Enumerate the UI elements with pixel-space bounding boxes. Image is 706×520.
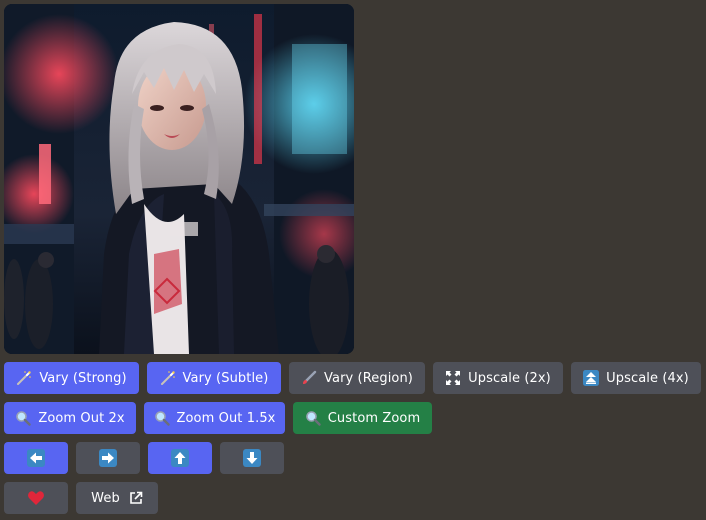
- custom-zoom-button[interactable]: Custom Zoom: [293, 402, 432, 434]
- arrow-right-icon: [99, 449, 117, 467]
- web-button[interactable]: Web: [76, 482, 158, 514]
- heart-icon: [27, 489, 45, 507]
- web-label: Web: [91, 490, 120, 506]
- paintbrush-icon: [301, 370, 317, 386]
- magnifier-icon: [15, 410, 32, 426]
- favorite-button[interactable]: [4, 482, 68, 514]
- arrow-up-icon: [171, 449, 189, 467]
- magnifier-icon: [305, 410, 321, 426]
- zoom-out-2x-label: Zoom Out 2x: [38, 410, 125, 426]
- vary-region-button[interactable]: Vary (Region): [289, 362, 425, 394]
- arrow-up-double-icon: [583, 370, 600, 386]
- zoom-out-1-5x-label: Zoom Out 1.5x: [176, 410, 276, 426]
- zoom-out-2x-button[interactable]: Zoom Out 2x: [4, 402, 136, 434]
- vary-strong-label: Vary (Strong): [39, 370, 127, 386]
- upscale-4x-button[interactable]: Upscale (4x): [571, 362, 701, 394]
- arrow-left-icon: [27, 449, 45, 467]
- upscale-4x-label: Upscale (4x): [606, 370, 689, 386]
- pan-left-button[interactable]: [4, 442, 68, 474]
- zoom-out-1-5x-button[interactable]: Zoom Out 1.5x: [144, 402, 285, 434]
- vary-subtle-label: Vary (Subtle): [182, 370, 269, 386]
- upscale-2x-label: Upscale (2x): [468, 370, 551, 386]
- custom-zoom-label: Custom Zoom: [327, 410, 421, 426]
- pan-right-button[interactable]: [76, 442, 140, 474]
- arrow-down-icon: [243, 449, 261, 467]
- vary-strong-button[interactable]: Vary (Strong): [4, 362, 139, 394]
- generated-image[interactable]: [4, 4, 354, 354]
- external-link-icon: [129, 491, 143, 505]
- expand-icon: [445, 370, 461, 386]
- pan-down-button[interactable]: [220, 442, 284, 474]
- vary-subtle-button[interactable]: Vary (Subtle): [147, 362, 281, 394]
- magnifier-icon: [154, 410, 170, 426]
- magic-wand-icon: [16, 370, 32, 386]
- vary-region-label: Vary (Region): [324, 370, 413, 386]
- cyberpunk-portrait-image: [4, 4, 354, 354]
- magic-wand-icon: [160, 370, 176, 386]
- pan-up-button[interactable]: [148, 442, 212, 474]
- upscale-2x-button[interactable]: Upscale (2x): [433, 362, 563, 394]
